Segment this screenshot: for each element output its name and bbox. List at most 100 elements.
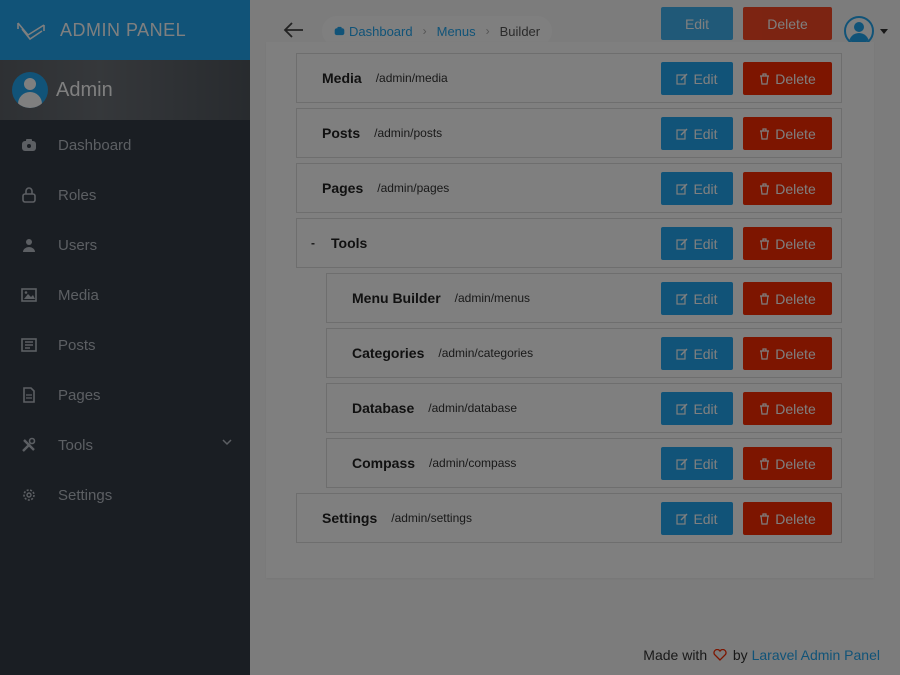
edit-button[interactable]: Edit [661,62,733,95]
menu-item-row[interactable]: Database/admin/database Edit Delete [326,383,842,433]
edit-button[interactable]: Edit [661,227,733,260]
trash-icon [759,237,775,250]
trash-icon [759,512,775,525]
edit-button[interactable]: Edit [661,447,733,480]
edit-button[interactable]: Edit [661,337,733,370]
menu-item-url: /admin/categories [438,346,534,360]
breadcrumb-dashboard[interactable]: Dashboard [349,24,413,39]
chevron-down-icon [222,439,232,446]
edit-label: Edit [693,180,718,197]
trash-icon [759,72,775,85]
collapse-toggle[interactable]: - [311,236,315,250]
news-icon [20,336,38,354]
breadcrumb-separator: › [422,24,427,38]
menu-item-row[interactable]: Categories/admin/categories Edit Delete [326,328,842,378]
breadcrumb-menus[interactable]: Menus [437,24,476,39]
delete-label: Delete [775,510,816,527]
delete-label: Delete [767,15,808,32]
trash-icon [759,182,775,195]
delete-button[interactable]: Delete [743,227,832,260]
edit-button[interactable]: Edit [661,172,733,205]
menu-item-title: Media [322,70,362,86]
menu-item-row[interactable]: Posts/admin/posts Edit Delete [296,108,842,158]
gear-icon [20,486,38,504]
sidebar-item-media[interactable]: Media [0,270,250,320]
caret-down-icon [880,28,888,34]
delete-label: Delete [775,235,816,252]
menu-item-row[interactable]: Menu Builder/admin/menus Edit Delete [326,273,842,323]
footer-link[interactable]: Laravel Admin Panel [752,647,880,663]
edit-icon [676,513,693,525]
edit-label: Edit [693,125,718,142]
delete-button[interactable]: Delete [743,447,832,480]
header-delete-button[interactable]: Delete [743,7,832,40]
sidebar-item-roles[interactable]: Roles [0,170,250,220]
edit-label: Edit [693,235,718,252]
delete-button[interactable]: Delete [743,337,832,370]
menu-item-title: Database [352,400,415,416]
footer-by: by [732,647,748,663]
edit-button[interactable]: Edit [661,392,733,425]
edit-label: Edit [693,400,718,417]
sidebar-item-label: Settings [58,486,113,504]
delete-label: Delete [775,455,816,472]
trash-icon [759,127,775,140]
edit-label: Edit [684,15,710,32]
trash-icon [759,292,775,305]
tools-icon [20,436,38,454]
delete-label: Delete [775,345,816,362]
menu-item-title: Tools [331,235,368,251]
edit-label: Edit [693,510,718,527]
menu-item-title: Posts [322,125,361,141]
edit-button[interactable]: Edit [661,502,733,535]
sidebar-item-label: Pages [58,386,101,404]
breadcrumb-builder: Builder [499,23,541,39]
brand-bar[interactable]: ADMIN PANEL [0,0,250,60]
delete-button[interactable]: Delete [743,117,832,150]
sidebar-item-tools[interactable]: Tools [0,420,250,470]
menu-item-title: Categories [352,345,425,361]
heart-icon [713,648,727,661]
menu-item-row[interactable]: Media/admin/media Edit Delete [296,53,842,103]
edit-icon [676,348,693,360]
edit-label: Edit [693,345,718,362]
menu-item-title: Settings [322,510,378,526]
delete-button[interactable]: Delete [743,282,832,315]
menu-item-title: Compass [352,455,416,471]
sidebar-item-posts[interactable]: Posts [0,320,250,370]
sidebar-item-users[interactable]: Users [0,220,250,270]
dashboard-icon [334,26,345,36]
edit-icon [676,73,693,85]
sidebar: ADMIN PANEL Admin Dashboard Roles Users [0,0,250,675]
menu-item-url: /admin/media [375,71,448,85]
menu-item-url: /admin/posts [374,126,443,140]
delete-button[interactable]: Delete [743,392,832,425]
sidebar-item-dashboard[interactable]: Dashboard [0,120,250,170]
menu-item-row[interactable]: Compass/admin/compass Edit Delete [326,438,842,488]
edit-button[interactable]: Edit [661,282,733,315]
menu-item-title: Menu Builder [352,290,441,306]
sidebar-item-label: Users [58,236,98,254]
menu-item-row[interactable]: - Tools Edit Delete [296,218,842,268]
sidebar-nav: Dashboard Roles Users Media Posts Pages … [0,120,250,520]
delete-label: Delete [775,70,816,87]
delete-button[interactable]: Delete [743,502,832,535]
sidebar-item-label: Tools [58,436,94,454]
sidebar-item-label: Media [58,286,99,304]
dashboard-icon [20,136,38,154]
sidebar-item-pages[interactable]: Pages [0,370,250,420]
back-arrow-icon[interactable] [282,20,304,40]
footer-made-with: Made with [643,647,708,663]
sidebar-item-settings[interactable]: Settings [0,470,250,520]
user-profile[interactable]: Admin [0,60,250,120]
delete-button[interactable]: Delete [743,62,832,95]
edit-label: Edit [693,290,718,307]
trash-icon [759,457,775,470]
menu-item-row[interactable]: Pages/admin/pages Edit Delete [296,163,842,213]
edit-button[interactable]: Edit [661,117,733,150]
menu-item-row[interactable]: Settings/admin/settings Edit Delete [296,493,842,543]
delete-button[interactable]: Delete [743,172,832,205]
image-icon [20,286,38,304]
profile-name: Admin [56,78,113,101]
header-edit-button[interactable]: Edit [661,7,733,40]
